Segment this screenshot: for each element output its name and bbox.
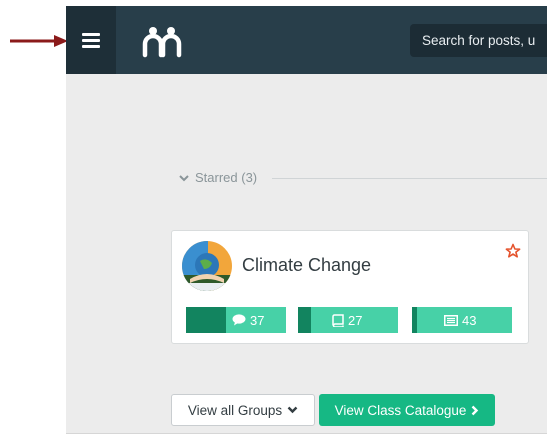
star-outline-icon[interactable]	[505, 243, 521, 259]
view-all-groups-label: View all Groups	[187, 402, 283, 418]
comment-icon	[232, 314, 246, 326]
stat-progress-fill	[186, 307, 226, 333]
screenshot-frame: Search for posts, u Starred (3) Climate …	[0, 0, 547, 441]
menu-button[interactable]	[66, 6, 116, 74]
group-title[interactable]: Climate Change	[242, 255, 371, 276]
annotation-arrow-icon	[10, 35, 68, 47]
view-class-catalogue-label: View Class Catalogue	[334, 402, 467, 418]
view-class-catalogue-button[interactable]: View Class Catalogue	[319, 394, 495, 426]
stat-progress-fill	[298, 307, 311, 333]
people-logo-icon[interactable]	[142, 24, 182, 58]
posts-count: 43	[462, 312, 477, 328]
chevron-down-icon	[179, 174, 189, 181]
resources-count: 27	[348, 312, 363, 328]
resources-stat-button[interactable]: 27	[298, 307, 398, 333]
stat-progress-fill	[412, 307, 417, 333]
hamburger-icon	[82, 32, 100, 48]
chevron-down-icon	[287, 406, 298, 414]
starred-label: Starred (3)	[195, 170, 258, 185]
comments-count: 37	[250, 312, 265, 328]
view-all-groups-button[interactable]: View all Groups	[171, 394, 315, 426]
app-viewport: Search for posts, u Starred (3) Climate …	[66, 6, 547, 433]
starred-section-toggle[interactable]: Starred (3)	[178, 170, 257, 185]
group-card[interactable]: Climate Change 37 27 43	[171, 230, 529, 344]
search-input[interactable]: Search for posts, u	[410, 24, 547, 57]
newspaper-icon	[444, 314, 458, 326]
chevron-right-icon	[472, 405, 479, 415]
section-divider	[272, 178, 547, 179]
top-navigation-bar: Search for posts, u	[66, 6, 547, 74]
group-avatar[interactable]	[182, 241, 232, 291]
posts-stat-button[interactable]: 43	[412, 307, 512, 333]
comments-stat-button[interactable]: 37	[186, 307, 286, 333]
book-icon	[332, 313, 344, 327]
viewport-bottom-border	[66, 433, 547, 434]
